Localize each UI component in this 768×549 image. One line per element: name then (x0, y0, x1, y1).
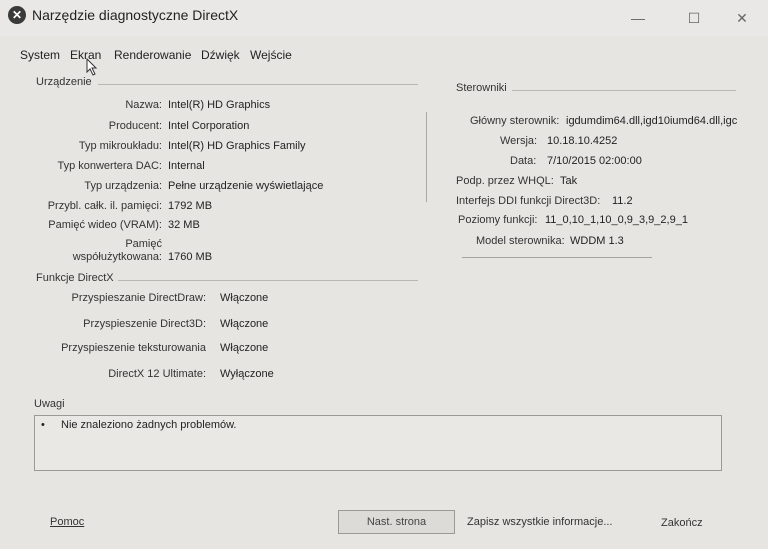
notes-item: Nie znaleziono żadnych problemów. (61, 419, 237, 431)
shared-memory-value: 1760 MB (168, 251, 213, 263)
direct3d-label: Przyspieszenie Direct3D: (83, 318, 206, 330)
directdraw-label: Przyspieszanie DirectDraw: (71, 292, 206, 304)
close-button[interactable]: ✕ (722, 6, 762, 30)
direct3d-value: Włączone (220, 318, 269, 330)
mouse-cursor-icon (86, 58, 98, 76)
directx-heading: Funkcje DirectX (36, 272, 114, 284)
directx-icon: ✕ (8, 6, 26, 24)
notes-bullet: • (41, 419, 45, 431)
dx12-ultimate-value: Wyłączone (220, 368, 274, 380)
total-memory-label: Przybl. całk. il. pamięci: (47, 200, 162, 212)
help-button[interactable]: Pomoc (50, 516, 84, 528)
device-type-label: Typ urządzenia: (84, 180, 162, 192)
d3d-ddi-label: Interfejs DDI funkcji Direct3D: (456, 195, 601, 207)
tab-system[interactable]: System (20, 48, 60, 62)
vram-label: Pamięć wideo (VRAM): (48, 219, 162, 231)
date-label: Data: (510, 155, 537, 167)
dac-type-label: Typ konwertera DAC: (57, 160, 162, 172)
tab-renderowanie[interactable]: Renderowanie (114, 48, 191, 62)
dac-type-value: Internal (168, 160, 205, 172)
main-driver-value: igdumdim64.dll,igd10iumd64.dll,igc (566, 115, 738, 127)
minimize-button[interactable]: — (618, 6, 658, 30)
whql-value: Tak (560, 175, 578, 187)
feature-levels-label: Poziomy funkcji: (458, 214, 538, 226)
drivers-divider (512, 90, 736, 91)
vram-value: 32 MB (168, 219, 200, 231)
device-heading: Urządzenie (36, 76, 92, 88)
window-title: Narzędzie diagnostyczne DirectX (32, 7, 239, 23)
next-page-button[interactable]: Nast. strona (338, 510, 455, 534)
dxdiag-window: ✕ Narzędzie diagnostyczne DirectX — ☐ ✕ … (0, 0, 768, 549)
date-value: 7/10/2015 02:00:00 (547, 155, 642, 167)
chip-type-value: Intel(R) HD Graphics Family (168, 140, 306, 152)
version-label: Wersja: (500, 135, 538, 147)
feature-levels-value: 11_0,10_1,10_0,9_3,9_2,9_1 (545, 214, 688, 226)
texture-accel-label: Przyspieszenie teksturowania (61, 342, 206, 354)
notes-heading: Uwagi (34, 398, 65, 410)
device-type-value: Pełne urządzenie wyświetlające (168, 180, 324, 192)
driver-model-value: WDDM 1.3 (570, 235, 624, 247)
manufacturer-value: Intel Corporation (168, 120, 250, 132)
chip-type-label: Typ mikroukładu: (78, 140, 162, 152)
directx-divider (118, 280, 418, 281)
save-all-info-button[interactable]: Zapisz wszystkie informacje... (467, 516, 612, 528)
column-separator (426, 112, 427, 202)
texture-accel-value: Włączone (220, 342, 269, 354)
total-memory-value: 1792 MB (168, 200, 213, 212)
title-bar[interactable]: ✕ Narzędzie diagnostyczne DirectX — ☐ ✕ (0, 0, 768, 36)
manufacturer-label: Producent: (108, 120, 162, 132)
tab-dzwiek[interactable]: Dźwięk (201, 48, 240, 62)
device-divider (98, 84, 418, 85)
d3d-ddi-value: 11.2 (612, 195, 633, 207)
drivers-bottom-divider (462, 257, 652, 258)
tab-wejscie[interactable]: Wejście (250, 48, 292, 62)
version-value: 10.18.10.4252 (547, 135, 618, 147)
drivers-heading: Sterowniki (456, 82, 507, 94)
shared-memory-label: Pamięć współużytkowana: (72, 238, 162, 263)
tab-bar: System Ekran Renderowanie Dźwięk Wejście (0, 44, 768, 66)
whql-label: Podp. przez WHQL: (456, 175, 554, 187)
name-label: Nazwa: (125, 99, 162, 111)
name-value: Intel(R) HD Graphics (168, 99, 271, 111)
dx12-ultimate-label: DirectX 12 Ultimate: (108, 368, 206, 380)
exit-button[interactable]: Zakończ (661, 517, 703, 529)
directdraw-value: Włączone (220, 292, 269, 304)
maximize-button[interactable]: ☐ (674, 6, 714, 30)
driver-model-label: Model sterownika: (476, 235, 565, 247)
notes-box[interactable]: • Nie znaleziono żadnych problemów. (34, 415, 722, 471)
main-driver-label: Główny sterownik: (470, 115, 560, 127)
